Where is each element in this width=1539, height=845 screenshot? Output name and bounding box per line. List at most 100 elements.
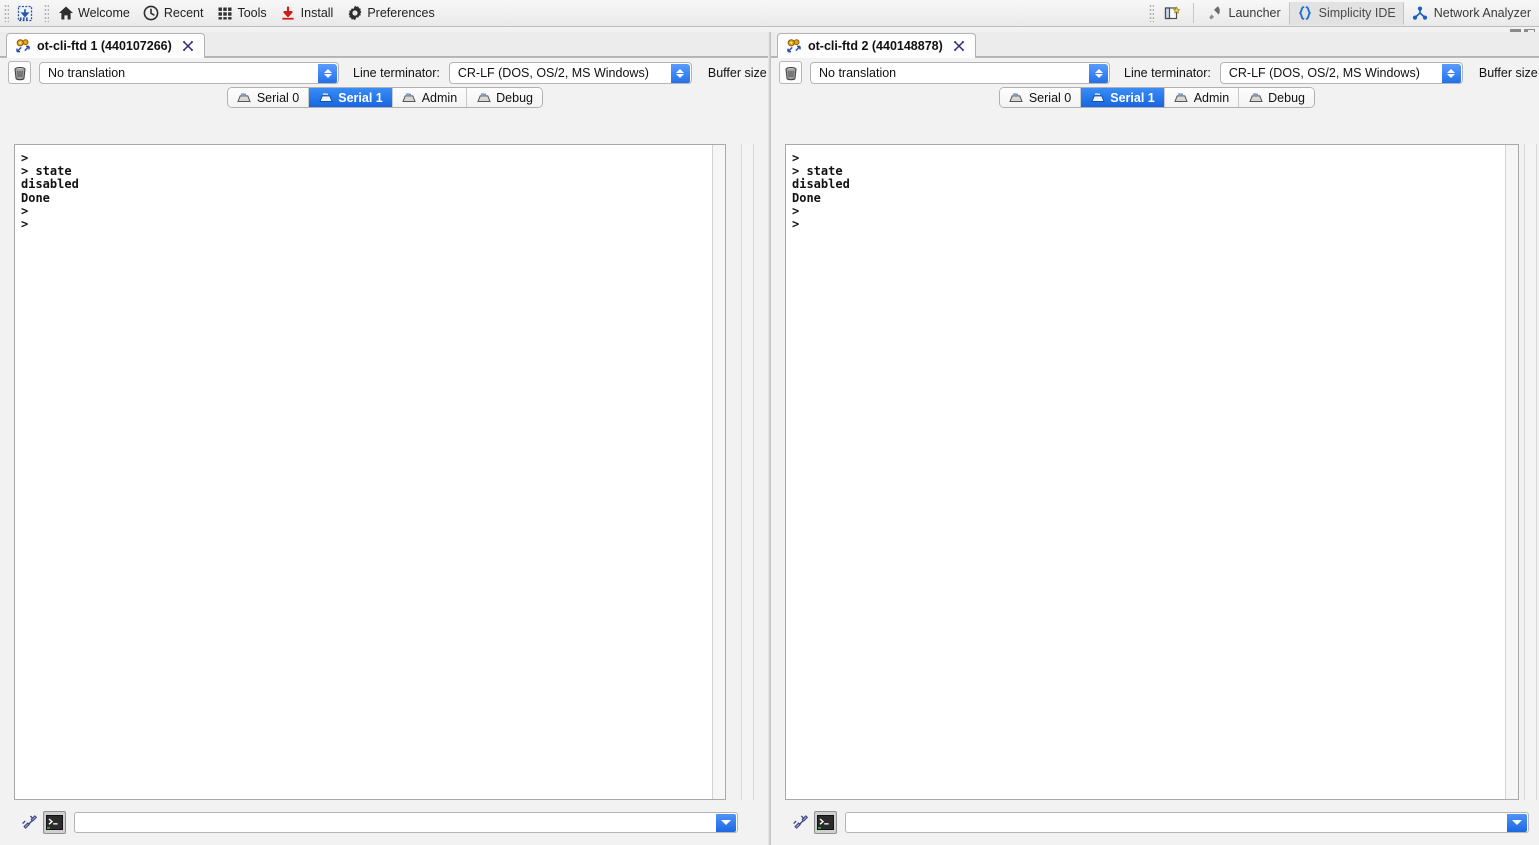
- subtab-label: Admin: [421, 90, 458, 105]
- main-toolbar: Welcome Recent Tools Install Preferences…: [0, 0, 1539, 27]
- subtab-admin-right[interactable]: Admin: [1164, 88, 1240, 107]
- toolbar-right-group: Launcher Simplicity IDE Network Analyzer: [1145, 0, 1539, 26]
- network-nodes-icon: [1412, 5, 1429, 22]
- close-icon[interactable]: [952, 39, 966, 53]
- toolbar-label-preferences: Preferences: [367, 5, 435, 20]
- chevron-down-icon[interactable]: [716, 813, 736, 832]
- subtab-label: Admin: [1193, 90, 1230, 105]
- toolbar-item-install[interactable]: Install: [275, 2, 342, 25]
- editor-tab-ot-cli-ftd-2[interactable]: ot-cli-ftd 2 (440148878): [777, 33, 976, 58]
- open-perspective-glyph: [1164, 5, 1181, 22]
- editor-tab-title-right: ot-cli-ftd 2 (440148878): [808, 39, 943, 53]
- rocket-icon: [1207, 5, 1224, 22]
- toolbar-drag-handle[interactable]: [4, 4, 9, 22]
- editor-tab-title-left: ot-cli-ftd 1 (440107266): [37, 39, 172, 53]
- spinner-arrows-icon[interactable]: [1089, 63, 1108, 83]
- toolbar-item-preferences[interactable]: Preferences: [341, 2, 442, 25]
- editor-tabstrip-right: ot-cli-ftd 2 (440148878): [771, 32, 1539, 58]
- subtab-label: Debug: [496, 90, 533, 105]
- serial-console-icon: [15, 38, 31, 54]
- line-terminator-label-right: Line terminator:: [1124, 65, 1211, 80]
- command-input-left[interactable]: [74, 811, 738, 833]
- subtab-label: Debug: [1268, 90, 1305, 105]
- terminal-scrollbar-left[interactable]: [712, 145, 725, 799]
- toolbar-separator: [1192, 3, 1194, 23]
- disconnect-plug-icon[interactable]: [789, 811, 812, 834]
- chevron-down-icon[interactable]: [1507, 813, 1527, 832]
- line-terminator-combo-left[interactable]: CR-LF (DOS, OS/2, MS Windows): [448, 61, 692, 84]
- toolbar-label-tools: Tools: [237, 5, 267, 20]
- open-perspective-icon[interactable]: [1157, 2, 1188, 25]
- perspective-label-launcher: Launcher: [1228, 5, 1281, 20]
- serial-port-icon: [1090, 91, 1105, 104]
- perspective-drag-handle[interactable]: [1148, 4, 1154, 22]
- trash-icon[interactable]: [779, 61, 802, 84]
- serial-port-icon: [237, 91, 252, 104]
- spinner-arrows-icon[interactable]: [318, 63, 337, 83]
- close-icon[interactable]: [181, 39, 195, 53]
- editor-tab-ot-cli-ftd-1[interactable]: ot-cli-ftd 1 (440107266): [6, 33, 205, 58]
- subtab-serial-1-left[interactable]: Serial 1: [309, 88, 393, 107]
- translation-combo-right[interactable]: No translation: [810, 61, 1110, 84]
- perspective-label-simplicity-ide: Simplicity IDE: [1318, 5, 1396, 20]
- trash-icon[interactable]: [8, 61, 31, 84]
- serial-port-icon: [476, 91, 491, 104]
- perspective-network-analyzer[interactable]: Network Analyzer: [1404, 2, 1539, 25]
- perspective-launcher[interactable]: Launcher: [1199, 2, 1289, 25]
- buffer-size-label-right: Buffer size: [1478, 65, 1538, 80]
- disconnect-plug-icon[interactable]: [18, 811, 41, 834]
- console-controls-right: No translation Line terminator: CR-LF (D…: [771, 58, 1539, 87]
- command-input-right[interactable]: [845, 811, 1529, 833]
- serial-subtabs-right: Serial 0 Serial 1 Admin Debug: [998, 87, 1315, 108]
- serial-console-panel-right: ot-cli-ftd 2 (440148878) No translation: [770, 32, 1539, 845]
- console-icon[interactable]: [814, 810, 837, 834]
- spinner-arrows-icon[interactable]: [1441, 63, 1461, 83]
- line-terminator-value-left: CR-LF (DOS, OS/2, MS Windows): [457, 65, 649, 80]
- toolbar-label-install: Install: [300, 5, 334, 20]
- toolbar-drag-handle-2[interactable]: [44, 4, 49, 22]
- panel-scroll-rail-right[interactable]: [1524, 144, 1537, 800]
- translation-value-left: No translation: [48, 65, 126, 80]
- perspective-simplicity-ide[interactable]: Simplicity IDE: [1288, 1, 1404, 25]
- toolbar-item-welcome[interactable]: Welcome: [52, 2, 138, 25]
- console-icon[interactable]: [43, 810, 66, 834]
- terminal-output-right[interactable]: > > state disabled Done > >: [785, 144, 1519, 800]
- serial-console-icon: [786, 38, 802, 54]
- flash-program-icon[interactable]: [12, 2, 38, 24]
- gear-icon: [346, 5, 363, 22]
- terminal-scrollbar-right[interactable]: [1505, 145, 1518, 799]
- subtab-serial-0-left[interactable]: Serial 0: [227, 88, 310, 107]
- subtab-label: Serial 0: [256, 90, 300, 105]
- home-icon: [57, 5, 74, 22]
- spinner-arrows-icon[interactable]: [670, 63, 690, 83]
- serial-port-icon: [1009, 91, 1024, 104]
- subtab-label: Serial 1: [1110, 90, 1155, 105]
- terminal-output-left[interactable]: > > state disabled Done > >: [14, 144, 726, 800]
- translation-combo-left[interactable]: No translation: [39, 61, 339, 84]
- toolbar-item-recent[interactable]: Recent: [138, 2, 212, 25]
- command-input-row-right: [785, 807, 1533, 837]
- serial-subtabs-wrap-right: Serial 0 Serial 1 Admin Debug: [771, 87, 1539, 111]
- line-terminator-combo-right[interactable]: CR-LF (DOS, OS/2, MS Windows): [1219, 61, 1463, 84]
- subtab-serial-0-right[interactable]: Serial 0: [999, 88, 1082, 107]
- perspective-label-network-analyzer: Network Analyzer: [1433, 5, 1531, 20]
- terminal-text-right: > > state disabled Done > >: [792, 151, 850, 232]
- subtab-serial-1-right[interactable]: Serial 1: [1081, 88, 1165, 107]
- subtab-debug-left[interactable]: Debug: [467, 88, 542, 107]
- serial-console-panel-left: ot-cli-ftd 1 (440107266) No translation: [0, 32, 768, 845]
- toolbar-item-tools[interactable]: Tools: [211, 2, 274, 25]
- subtab-debug-right[interactable]: Debug: [1239, 88, 1314, 107]
- terminal-text-left: > > state disabled Done > >: [21, 151, 79, 232]
- serial-port-icon: [402, 91, 417, 104]
- console-controls-left: No translation Line terminator: CR-LF (D…: [0, 58, 768, 87]
- subtab-label: Serial 1: [338, 90, 383, 105]
- subtab-admin-left[interactable]: Admin: [392, 88, 468, 107]
- line-terminator-value-right: CR-LF (DOS, OS/2, MS Windows): [1228, 65, 1420, 80]
- download-icon: [280, 5, 297, 22]
- panel-scroll-rail-left[interactable]: [741, 144, 754, 800]
- grid-icon: [216, 5, 233, 22]
- clock-icon: [143, 5, 160, 22]
- buffer-size-label-left: Buffer size: [707, 65, 767, 80]
- braces-icon: [1297, 5, 1314, 22]
- editor-tabstrip-left: ot-cli-ftd 1 (440107266): [0, 32, 768, 58]
